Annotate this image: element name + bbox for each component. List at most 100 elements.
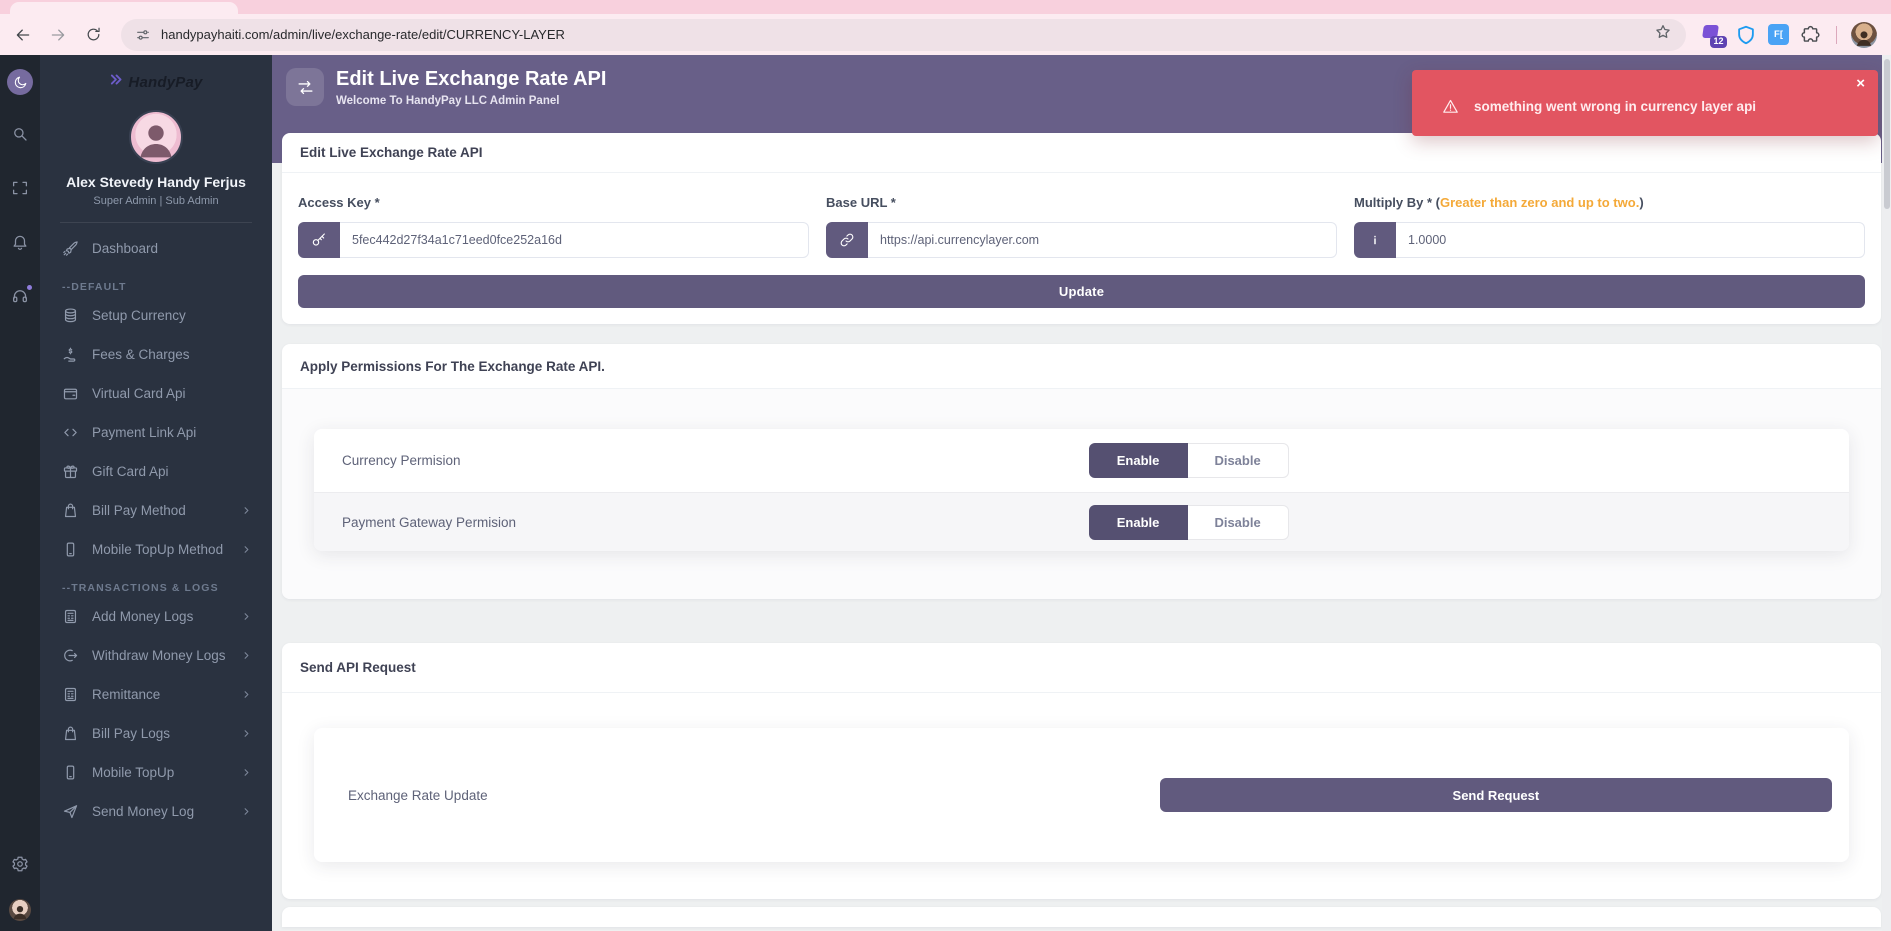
sidebar-item-send-money-log[interactable]: Send Money Log bbox=[62, 792, 252, 831]
sidebar-item-label: Setup Currency bbox=[92, 308, 186, 323]
sidebar-item-dashboard[interactable]: Dashboard bbox=[62, 229, 252, 268]
send-api-request-card: Send API Request Exchange Rate Update Se… bbox=[282, 643, 1881, 899]
sidebar-item-label: Virtual Card Api bbox=[92, 386, 186, 401]
bookmark-star-icon[interactable] bbox=[1654, 23, 1672, 46]
warning-icon bbox=[1442, 98, 1459, 115]
sidebar-divider bbox=[60, 222, 252, 223]
logo-icon bbox=[109, 72, 124, 92]
extension-badge: 12 bbox=[1710, 36, 1727, 48]
toast-message: something went wrong in currency layer a… bbox=[1474, 99, 1756, 114]
sidebar-item-label: Bill Pay Logs bbox=[92, 726, 170, 741]
browser-chrome: handypayhaiti.com/admin/live/exchange-ra… bbox=[0, 0, 1891, 55]
sidebar-item-mobile-topup[interactable]: Mobile TopUp bbox=[62, 753, 252, 792]
sidebar-item-setup-currency[interactable]: Setup Currency bbox=[62, 296, 252, 335]
rail-bottom bbox=[9, 855, 31, 921]
notifications-icon[interactable] bbox=[11, 233, 29, 251]
rail-user-avatar[interactable] bbox=[9, 899, 31, 921]
multiply-by-label: Multiply By * (Greater than zero and up … bbox=[1354, 195, 1865, 210]
sidebar-item-add-money-logs[interactable]: Add Money Logs bbox=[62, 597, 252, 636]
chevron-right-icon bbox=[241, 505, 252, 516]
chevron-right-icon bbox=[241, 689, 252, 700]
chevron-right-icon bbox=[241, 806, 252, 817]
sidebar-item-label: Dashboard bbox=[92, 241, 158, 256]
active-tab[interactable] bbox=[10, 2, 238, 14]
coins-icon bbox=[62, 307, 79, 324]
permissions-card: Apply Permissions For The Exchange Rate … bbox=[282, 344, 1881, 599]
sidebar-item-gift-card-api[interactable]: Gift Card Api bbox=[62, 452, 252, 491]
access-key-input[interactable] bbox=[340, 222, 809, 258]
user-name: Alex Stevedy Handy Ferjus bbox=[40, 174, 272, 190]
send-request-button[interactable]: Send Request bbox=[1160, 778, 1832, 812]
scrollbar bbox=[1882, 55, 1891, 931]
logo[interactable]: HandyPay bbox=[40, 55, 272, 100]
multiply-by-input[interactable] bbox=[1396, 222, 1865, 258]
base-url-input[interactable] bbox=[868, 222, 1337, 258]
multiply-by-hint: Greater than zero and up to two. bbox=[1440, 195, 1639, 210]
logo-text: HandyPay bbox=[128, 74, 202, 91]
toolbar-divider bbox=[1836, 26, 1837, 44]
chevron-right-icon bbox=[241, 544, 252, 555]
page-content: Edit Live Exchange Rate API Access Key *… bbox=[272, 55, 1891, 931]
access-key-label: Access Key * bbox=[298, 195, 809, 210]
page-title: Edit Live Exchange Rate API bbox=[336, 68, 606, 90]
reload-icon[interactable] bbox=[80, 22, 106, 48]
sidebar-section-default: --Default bbox=[62, 281, 252, 293]
site-settings-icon[interactable] bbox=[135, 27, 151, 43]
forward-icon[interactable] bbox=[45, 22, 71, 48]
send-api-request-title: Send API Request bbox=[282, 643, 1881, 693]
page-header: Edit Live Exchange Rate API Welcome To H… bbox=[286, 68, 606, 107]
sidebar-item-label: Mobile TopUp bbox=[92, 765, 174, 780]
arrow-out-icon bbox=[62, 647, 79, 664]
sidebar-item-virtual-card-api[interactable]: Virtual Card Api bbox=[62, 374, 252, 413]
fullscreen-icon[interactable] bbox=[11, 179, 29, 197]
browser-profile-avatar[interactable] bbox=[1851, 22, 1877, 48]
sidebar-item-bill-pay-method[interactable]: Bill Pay Method bbox=[62, 491, 252, 530]
extensions-puzzle-icon[interactable] bbox=[1800, 24, 1822, 46]
sidebar-item-bill-pay-logs[interactable]: Bill Pay Logs bbox=[62, 714, 252, 753]
gift-icon bbox=[62, 463, 79, 480]
calc-icon bbox=[62, 608, 79, 625]
sidebar-item-fees-charges[interactable]: Fees & Charges bbox=[62, 335, 252, 374]
theme-toggle-icon[interactable] bbox=[7, 69, 33, 95]
permissions-inner-card: Currency Permision Enable Disable Paymen… bbox=[314, 429, 1849, 551]
sidebar-item-label: Payment Link Api bbox=[92, 425, 196, 440]
exchange-icon bbox=[286, 68, 324, 106]
payment-gateway-permission-label: Payment Gateway Permision bbox=[342, 515, 516, 530]
currency-disable-button[interactable]: Disable bbox=[1188, 443, 1289, 478]
search-icon[interactable] bbox=[11, 125, 29, 143]
error-toast: something went wrong in currency layer a… bbox=[1412, 70, 1878, 136]
address-bar[interactable]: handypayhaiti.com/admin/live/exchange-ra… bbox=[121, 19, 1686, 51]
base-url-field-group: Base URL * bbox=[826, 195, 1337, 258]
back-icon[interactable] bbox=[10, 22, 36, 48]
code-icon bbox=[62, 424, 79, 441]
partial-card bbox=[282, 907, 1881, 927]
edit-exchange-card: Edit Live Exchange Rate API Access Key *… bbox=[282, 133, 1881, 324]
sidebar-item-payment-link-api[interactable]: Payment Link Api bbox=[62, 413, 252, 452]
sidebar-item-withdraw-money-logs[interactable]: Withdraw Money Logs bbox=[62, 636, 252, 675]
update-button[interactable]: Update bbox=[298, 275, 1865, 308]
info-icon bbox=[1354, 222, 1396, 258]
page-subtitle: Welcome To HandyPay LLC Admin Panel bbox=[336, 95, 606, 107]
scrollbar-thumb[interactable] bbox=[1884, 59, 1890, 209]
bag-icon bbox=[62, 502, 79, 519]
sidebar-item-label: Add Money Logs bbox=[92, 609, 193, 624]
payment-gateway-enable-button[interactable]: Enable bbox=[1089, 505, 1188, 540]
sidebar: HandyPay Alex Stevedy Handy Ferjus Super… bbox=[40, 55, 272, 931]
sidebar-item-label: Mobile TopUp Method bbox=[92, 542, 223, 557]
base-url-label: Base URL * bbox=[826, 195, 1337, 210]
extension-shield-icon[interactable] bbox=[1735, 24, 1757, 46]
settings-icon[interactable] bbox=[11, 855, 29, 873]
payment-gateway-disable-button[interactable]: Disable bbox=[1188, 505, 1289, 540]
extension-f-icon[interactable]: F[ bbox=[1768, 24, 1789, 45]
user-role: Super Admin | Sub Admin bbox=[40, 195, 272, 207]
sidebar-item-remittance[interactable]: Remittance bbox=[62, 675, 252, 714]
icon-rail bbox=[0, 55, 40, 931]
phone-icon bbox=[62, 541, 79, 558]
currency-enable-button[interactable]: Enable bbox=[1089, 443, 1188, 478]
support-icon[interactable] bbox=[11, 287, 29, 305]
link-icon bbox=[826, 222, 868, 258]
toast-close-icon[interactable]: × bbox=[1856, 76, 1865, 91]
extension-cards-icon[interactable]: 12 bbox=[1702, 24, 1724, 46]
currency-permission-toggle: Enable Disable bbox=[1089, 443, 1289, 478]
sidebar-item-mobile-topup-method[interactable]: Mobile TopUp Method bbox=[62, 530, 252, 569]
